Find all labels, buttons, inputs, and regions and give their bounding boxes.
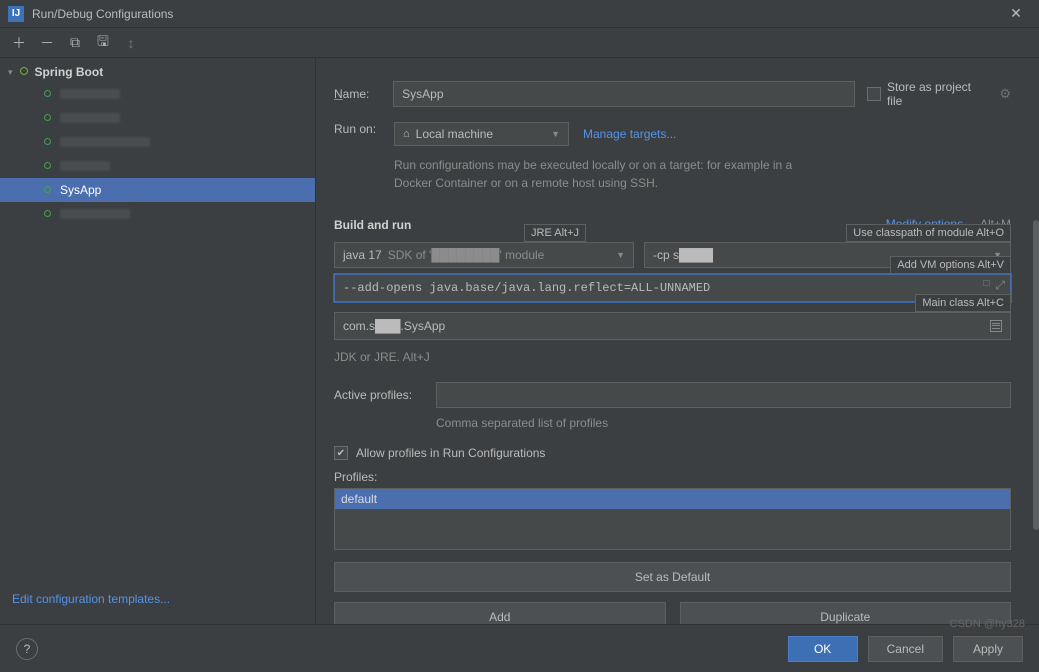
classpath-value: -cp s████ — [653, 248, 713, 262]
jre-value-suffix: SDK of '████████' module — [388, 248, 545, 262]
active-profiles-input[interactable] — [436, 382, 1011, 408]
store-as-project-label: Store as project file — [887, 80, 987, 108]
spring-boot-icon — [40, 87, 54, 101]
vm-input-tools: □ ⤢ — [983, 278, 1005, 293]
tree-item[interactable] — [0, 82, 315, 106]
tree-item-label — [60, 161, 110, 171]
manage-targets-link[interactable]: Manage targets... — [583, 127, 676, 141]
profiles-item-default[interactable]: default — [335, 489, 1010, 509]
cancel-button[interactable]: Cancel — [868, 636, 943, 662]
set-default-button[interactable]: Set as Default — [334, 562, 1011, 592]
inline-hint-icon[interactable]: □ — [983, 278, 989, 293]
duplicate-button[interactable]: Duplicate — [680, 602, 1012, 624]
ok-button[interactable]: OK — [788, 636, 858, 662]
vm-hint-tag: Add VM options Alt+V — [890, 256, 1011, 274]
list-icon[interactable] — [990, 320, 1002, 332]
add-config-icon[interactable]: ＋ — [10, 33, 28, 53]
config-tree: ▾ Spring Boot SysApp — [0, 58, 315, 582]
allow-profiles-checkbox[interactable]: ✔ — [334, 446, 348, 460]
run-on-value: Local machine — [416, 127, 493, 141]
sidebar: ▾ Spring Boot SysApp Edit configuration … — [0, 58, 316, 624]
run-on-label: Run on: — [334, 122, 382, 136]
tree-item-sysapp[interactable]: SysApp — [0, 178, 315, 202]
scrollbar-thumb[interactable] — [1033, 220, 1039, 530]
expand-icon[interactable]: ⤢ — [995, 278, 1005, 293]
tree-item[interactable] — [0, 202, 315, 226]
spring-boot-icon — [17, 65, 31, 79]
chevron-down-icon: ▾ — [8, 67, 13, 78]
tree-item[interactable] — [0, 130, 315, 154]
save-config-icon[interactable]: 🖫 — [94, 31, 112, 55]
jdk-hint: JDK or JRE. Alt+J — [334, 348, 1011, 366]
home-icon: ⌂ — [403, 128, 410, 140]
active-profiles-label: Active profiles: — [334, 388, 424, 402]
main-class-value: com.s███.SysApp — [343, 319, 445, 333]
allow-profiles-label: Allow profiles in Run Configurations — [356, 446, 545, 460]
gear-icon[interactable]: ⚙ — [999, 86, 1011, 102]
jre-hint-tag: JRE Alt+J — [524, 224, 586, 242]
build-run-title: Build and run — [334, 218, 411, 232]
run-on-hint: Run configurations may be executed local… — [394, 156, 814, 192]
dialog-footer: ? OK Cancel Apply — [0, 624, 1039, 672]
store-as-project-checkbox[interactable] — [867, 87, 881, 101]
active-profiles-hint: Comma separated list of profiles — [436, 414, 1011, 432]
sort-config-icon[interactable]: ↕ — [122, 35, 140, 51]
jre-select[interactable]: java 17 SDK of '████████' module ▼ — [334, 242, 634, 268]
spring-boot-icon — [40, 111, 54, 125]
spring-boot-icon — [40, 159, 54, 173]
main-class-input[interactable]: com.s███.SysApp — [334, 312, 1011, 340]
scrollbar[interactable] — [1033, 58, 1039, 624]
title-bar: IJ Run/Debug Configurations ✕ — [0, 0, 1039, 28]
apply-button[interactable]: Apply — [953, 636, 1023, 662]
profiles-list[interactable]: default — [334, 488, 1011, 550]
jre-value-prefix: java 17 — [343, 248, 382, 262]
tree-item[interactable] — [0, 154, 315, 178]
tree-item-label — [60, 137, 150, 147]
tree-root-spring-boot[interactable]: ▾ Spring Boot — [0, 62, 315, 82]
close-icon[interactable]: ✕ — [1001, 5, 1031, 22]
remove-config-icon[interactable]: － — [38, 33, 56, 53]
spring-boot-icon — [40, 183, 54, 197]
profiles-label: Profiles: — [334, 470, 1011, 484]
tree-item-label — [60, 89, 120, 99]
name-input[interactable] — [393, 81, 855, 107]
chevron-down-icon: ▼ — [616, 250, 625, 260]
help-icon[interactable]: ? — [16, 638, 38, 660]
tree-item-label — [60, 113, 120, 123]
tree-item-label: SysApp — [60, 183, 101, 197]
content-panel: Name: Store as project file ⚙ Run on: ⌂ … — [316, 58, 1039, 624]
add-button[interactable]: Add — [334, 602, 666, 624]
mainclass-hint-tag: Main class Alt+C — [915, 294, 1011, 312]
vm-options-input[interactable] — [334, 274, 1011, 302]
window-title: Run/Debug Configurations — [32, 7, 1001, 21]
copy-config-icon[interactable]: ⧉ — [66, 34, 84, 51]
classpath-hint-tag: Use classpath of module Alt+O — [846, 224, 1011, 242]
tree-root-label: Spring Boot — [35, 65, 104, 79]
spring-boot-icon — [40, 207, 54, 221]
spring-boot-icon — [40, 135, 54, 149]
tree-item-label — [60, 209, 130, 219]
app-icon: IJ — [8, 6, 24, 22]
config-toolbar: ＋ － ⧉ 🖫 ↕ — [0, 28, 1039, 58]
chevron-down-icon: ▼ — [551, 129, 560, 139]
run-on-select[interactable]: ⌂ Local machine ▼ — [394, 122, 569, 146]
tree-item[interactable] — [0, 106, 315, 130]
name-label: Name: — [334, 87, 381, 101]
edit-templates-link[interactable]: Edit configuration templates... — [12, 592, 170, 606]
